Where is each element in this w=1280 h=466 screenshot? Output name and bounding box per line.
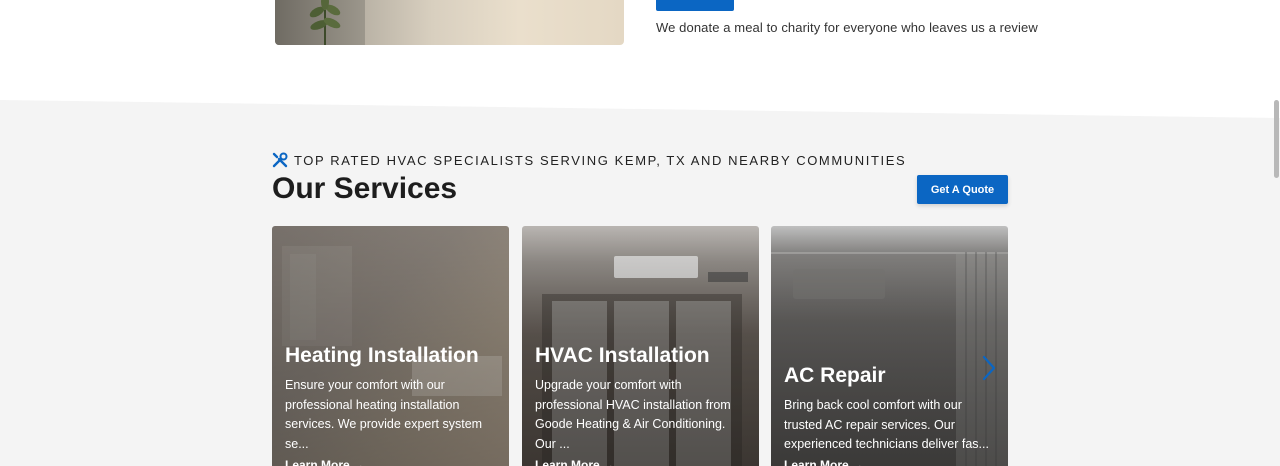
card-description: Upgrade your comfort with professional H… <box>535 378 731 451</box>
scrollbar-thumb[interactable] <box>1274 100 1279 178</box>
learn-more-link[interactable]: Learn More → <box>784 458 864 466</box>
card-description: Ensure your comfort with our professiona… <box>285 378 483 451</box>
section-title: Our Services <box>272 172 458 205</box>
card-content: HVAC Installation Upgrade your comfort w… <box>535 344 747 454</box>
card-title: HVAC Installation <box>535 344 710 367</box>
card-description: Bring back cool comfort with our trusted… <box>784 398 989 451</box>
chevron-right-icon[interactable] <box>982 355 996 381</box>
top-cta-button[interactable] <box>656 0 734 11</box>
service-card-heating[interactable]: Heating Installation Ensure your comfort… <box>272 226 509 466</box>
services-eyebrow: TOP RATED HVAC SPECIALISTS SERVING KEMP,… <box>272 152 906 168</box>
interior-photo <box>275 0 624 45</box>
card-content: AC Repair Bring back cool comfort with o… <box>784 364 996 455</box>
service-card-hvac[interactable]: HVAC Installation Upgrade your comfort w… <box>522 226 759 466</box>
card-content: Heating Installation Ensure your comfort… <box>285 344 497 454</box>
learn-more-link[interactable]: Learn More → <box>535 458 615 466</box>
learn-more-link[interactable]: Learn More → <box>285 458 365 466</box>
card-title: Heating Installation <box>285 344 479 367</box>
plant-image <box>309 0 341 45</box>
service-card-ac-repair[interactable]: AC Repair Bring back cool comfort with o… <box>771 226 1008 466</box>
top-section: We donate a meal to charity for everyone… <box>0 0 1280 110</box>
card-title: AC Repair <box>784 364 886 387</box>
charity-text: We donate a meal to charity for everyone… <box>656 20 1038 35</box>
get-quote-button[interactable]: Get A Quote <box>917 175 1008 204</box>
tools-icon <box>272 152 288 168</box>
eyebrow-text: TOP RATED HVAC SPECIALISTS SERVING KEMP,… <box>294 152 907 168</box>
